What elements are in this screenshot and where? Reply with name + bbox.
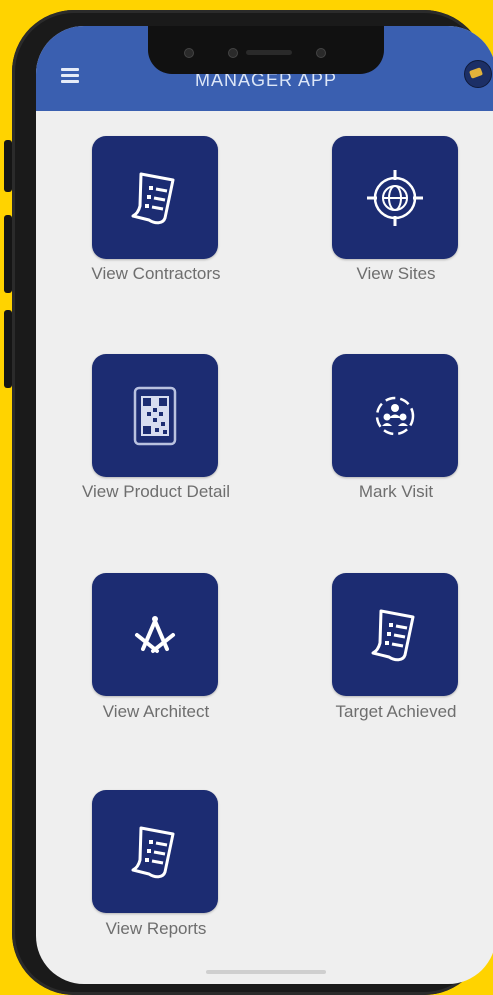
document-list-icon [131,826,175,878]
tile-label: View Architect [102,702,210,721]
sensor-dot [228,48,238,58]
volume-down-button [4,310,12,388]
phone-screen: MANAGER APP View Contractors View Sites … [36,26,493,984]
tile-label: View Reports [105,919,207,938]
earpiece-speaker [246,50,292,55]
proximity-sensor [316,48,326,58]
tile-label: Target Achieved [335,702,457,721]
phone-frame: MANAGER APP View Contractors View Sites … [12,10,493,995]
group-visit-icon [375,396,415,435]
tile-label: View Contractors [91,264,221,283]
tile-label: Mark Visit [358,482,434,501]
volume-up-button [4,215,12,293]
home-indicator[interactable] [206,970,326,974]
document-list-icon [131,172,175,224]
tile-view-product-detail[interactable] [92,354,218,477]
document-list-icon [371,609,415,661]
tile-view-sites[interactable] [332,136,458,259]
tile-view-architect[interactable] [92,573,218,696]
qr-code-icon [133,386,177,445]
tile-label: View Product Detail [81,482,231,501]
mute-switch [4,140,12,192]
globe-target-icon [367,169,423,226]
tile-label: View Sites [356,264,436,283]
tile-view-reports[interactable] [92,790,218,913]
front-camera [184,48,194,58]
phone-notch [148,26,384,74]
profile-avatar[interactable] [464,60,492,88]
tile-view-contractors[interactable] [92,136,218,259]
tile-mark-visit[interactable] [332,354,458,477]
tile-target-achieved[interactable] [332,573,458,696]
compass-square-icon [135,615,175,653]
